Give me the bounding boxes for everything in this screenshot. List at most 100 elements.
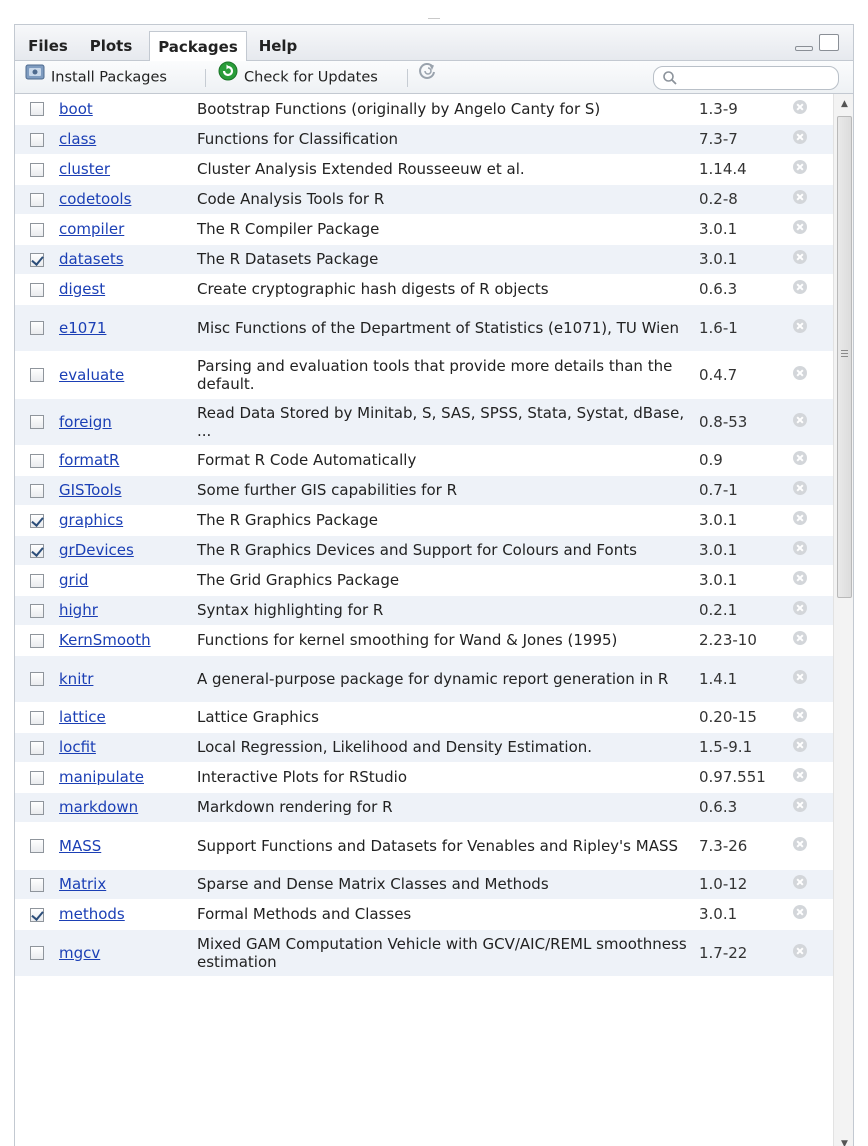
package-load-checkbox[interactable] bbox=[30, 877, 44, 892]
vertical-scrollbar[interactable]: ▲ ▼ bbox=[833, 94, 853, 1146]
package-name-link[interactable]: mgcv bbox=[59, 944, 100, 962]
package-name-link[interactable]: manipulate bbox=[59, 768, 144, 786]
package-name-link[interactable]: grDevices bbox=[59, 541, 134, 559]
package-name-link[interactable]: graphics bbox=[59, 511, 123, 529]
check-updates-button[interactable]: Check for Updates bbox=[218, 61, 378, 94]
remove-package-icon[interactable] bbox=[793, 250, 807, 264]
install-packages-button[interactable]: Install Packages bbox=[25, 61, 167, 94]
remove-package-icon[interactable] bbox=[793, 541, 807, 555]
refresh-button[interactable] bbox=[417, 61, 445, 94]
package-load-checkbox[interactable] bbox=[30, 946, 44, 960]
package-load-checkbox[interactable] bbox=[30, 282, 44, 297]
remove-package-icon[interactable] bbox=[793, 280, 807, 294]
remove-package-icon[interactable] bbox=[793, 875, 807, 889]
package-name-link[interactable]: KernSmooth bbox=[59, 631, 151, 649]
package-name-link[interactable]: markdown bbox=[59, 798, 138, 816]
package-load-checkbox[interactable] bbox=[30, 633, 44, 648]
remove-package-icon[interactable] bbox=[793, 130, 807, 144]
package-name-link[interactable]: highr bbox=[59, 601, 98, 619]
package-load-checkbox[interactable] bbox=[30, 839, 44, 853]
package-load-checkbox[interactable] bbox=[30, 710, 44, 725]
package-name-link[interactable]: formatR bbox=[59, 451, 119, 469]
package-load-checkbox[interactable] bbox=[30, 672, 44, 686]
package-name-link[interactable]: lattice bbox=[59, 708, 106, 726]
package-row: grid The Grid Graphics Package 3.0.1 bbox=[15, 565, 833, 596]
package-name-link[interactable]: codetools bbox=[59, 190, 131, 208]
scroll-down-arrow-icon[interactable]: ▼ bbox=[834, 1134, 853, 1146]
remove-package-icon[interactable] bbox=[793, 708, 807, 722]
package-name-link[interactable]: grid bbox=[59, 571, 88, 589]
package-load-checkbox[interactable] bbox=[30, 222, 44, 237]
package-load-checkbox[interactable] bbox=[30, 132, 44, 147]
package-name-link[interactable]: cluster bbox=[59, 160, 110, 178]
package-load-checkbox[interactable] bbox=[30, 162, 44, 177]
package-load-checkbox[interactable] bbox=[30, 453, 44, 468]
package-load-checkbox[interactable] bbox=[30, 192, 44, 207]
package-name-link[interactable]: compiler bbox=[59, 220, 124, 238]
package-load-checkbox[interactable] bbox=[30, 513, 44, 528]
package-load-cell bbox=[15, 94, 59, 125]
scroll-up-arrow-icon[interactable]: ▲ bbox=[834, 94, 853, 114]
remove-package-icon[interactable] bbox=[793, 768, 807, 782]
package-load-checkbox[interactable] bbox=[30, 770, 44, 785]
remove-package-icon[interactable] bbox=[793, 571, 807, 585]
package-name-link[interactable]: e1071 bbox=[59, 319, 106, 337]
package-load-checkbox[interactable] bbox=[30, 543, 44, 558]
minimize-icon[interactable] bbox=[795, 46, 813, 51]
package-load-checkbox[interactable] bbox=[30, 573, 44, 588]
remove-package-icon[interactable] bbox=[793, 669, 807, 684]
package-description: The R Graphics Devices and Support for C… bbox=[197, 535, 699, 566]
package-name-link[interactable]: GISTools bbox=[59, 481, 122, 499]
remove-package-icon[interactable] bbox=[793, 836, 807, 851]
package-search-box[interactable] bbox=[653, 66, 839, 90]
remove-package-icon[interactable] bbox=[793, 631, 807, 645]
package-name-link[interactable]: methods bbox=[59, 905, 125, 923]
package-load-checkbox[interactable] bbox=[30, 102, 44, 117]
maximize-icon[interactable] bbox=[819, 34, 839, 51]
remove-package-icon[interactable] bbox=[793, 943, 807, 958]
remove-package-icon[interactable] bbox=[793, 99, 807, 114]
package-description: Mixed GAM Computation Vehicle with GCV/A… bbox=[197, 929, 699, 977]
remove-package-icon[interactable] bbox=[793, 905, 807, 919]
package-load-checkbox[interactable] bbox=[30, 483, 44, 498]
package-name-link[interactable]: foreign bbox=[59, 413, 112, 431]
remove-package-icon[interactable] bbox=[793, 481, 807, 495]
remove-package-icon[interactable] bbox=[793, 451, 807, 465]
package-load-checkbox[interactable] bbox=[30, 603, 44, 618]
remove-package-icon[interactable] bbox=[793, 318, 807, 333]
package-name-link[interactable]: datasets bbox=[59, 250, 124, 268]
remove-package-icon[interactable] bbox=[793, 738, 807, 752]
search-input[interactable] bbox=[684, 69, 832, 87]
remove-package-icon[interactable] bbox=[793, 160, 807, 174]
pane-resize-grip[interactable] bbox=[428, 18, 440, 20]
remove-package-icon[interactable] bbox=[793, 601, 807, 615]
package-name-link[interactable]: evaluate bbox=[59, 366, 124, 384]
package-name-link[interactable]: MASS bbox=[59, 837, 101, 855]
remove-package-icon[interactable] bbox=[793, 365, 807, 380]
tab-help[interactable]: Help bbox=[253, 31, 303, 61]
package-load-checkbox[interactable] bbox=[30, 321, 44, 335]
tab-packages[interactable]: Packages bbox=[149, 31, 247, 62]
package-name-link[interactable]: knitr bbox=[59, 670, 93, 688]
package-name-link[interactable]: Matrix bbox=[59, 875, 106, 893]
package-load-checkbox[interactable] bbox=[30, 252, 44, 267]
tab-plots[interactable]: Plots bbox=[83, 31, 139, 61]
package-load-checkbox[interactable] bbox=[30, 368, 44, 382]
scrollbar-thumb[interactable] bbox=[837, 116, 852, 598]
package-load-checkbox[interactable] bbox=[30, 907, 44, 922]
package-name-cell: e1071 bbox=[59, 304, 197, 352]
package-name-link[interactable]: class bbox=[59, 130, 96, 148]
package-load-checkbox[interactable] bbox=[30, 415, 44, 429]
package-name-link[interactable]: locfit bbox=[59, 738, 96, 756]
tab-files[interactable]: Files bbox=[23, 31, 73, 61]
remove-package-icon[interactable] bbox=[793, 511, 807, 525]
package-name-link[interactable]: digest bbox=[59, 280, 105, 298]
package-load-checkbox[interactable] bbox=[30, 740, 44, 755]
remove-package-icon[interactable] bbox=[793, 412, 807, 427]
remove-package-icon[interactable] bbox=[793, 220, 807, 234]
install-packages-label: Install Packages bbox=[51, 69, 167, 86]
package-load-checkbox[interactable] bbox=[30, 800, 44, 815]
package-name-link[interactable]: boot bbox=[59, 100, 93, 118]
remove-package-icon[interactable] bbox=[793, 798, 807, 812]
remove-package-icon[interactable] bbox=[793, 190, 807, 204]
